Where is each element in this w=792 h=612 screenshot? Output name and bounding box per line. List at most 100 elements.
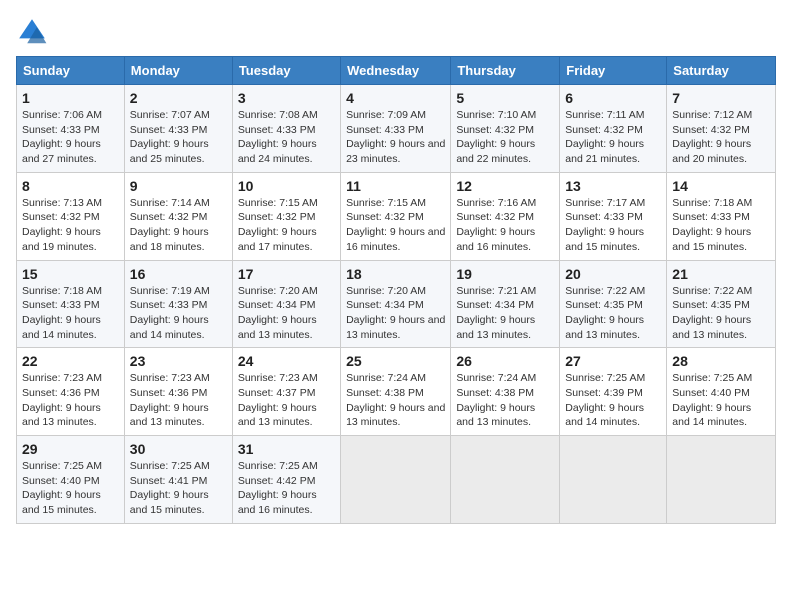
day-info: Sunrise: 7:25 AM Sunset: 4:42 PM Dayligh… [238, 459, 335, 518]
day-number: 18 [346, 266, 445, 282]
calendar-cell: 7 Sunrise: 7:12 AM Sunset: 4:32 PM Daylig… [667, 85, 776, 173]
day-number: 9 [130, 178, 227, 194]
col-header-sunday: Sunday [17, 57, 125, 85]
day-info: Sunrise: 7:22 AM Sunset: 4:35 PM Dayligh… [672, 284, 770, 343]
calendar-cell: 16 Sunrise: 7:19 AM Sunset: 4:33 PM Dayli… [124, 260, 232, 348]
col-header-saturday: Saturday [667, 57, 776, 85]
calendar-week-5: 29 Sunrise: 7:25 AM Sunset: 4:40 PM Dayli… [17, 436, 776, 524]
day-number: 25 [346, 353, 445, 369]
calendar-cell [560, 436, 667, 524]
calendar-cell: 19Sunrise: 7:21 AM Sunset: 4:34 PM Dayli… [451, 260, 560, 348]
calendar-cell: 10Sunrise: 7:15 AM Sunset: 4:32 PM Dayli… [232, 172, 340, 260]
calendar-cell: 20Sunrise: 7:22 AM Sunset: 4:35 PM Dayli… [560, 260, 667, 348]
day-number: 26 [456, 353, 554, 369]
day-info: Sunrise: 7:15 AM Sunset: 4:32 PM Dayligh… [346, 196, 445, 255]
day-info: Sunrise: 7:24 AM Sunset: 4:38 PM Dayligh… [456, 371, 554, 430]
col-header-monday: Monday [124, 57, 232, 85]
day-info: Sunrise: 7:25 AM Sunset: 4:39 PM Dayligh… [565, 371, 661, 430]
day-info: Sunrise: 7:18 AM Sunset: 4:33 PM Dayligh… [672, 196, 770, 255]
day-number: 2 [130, 90, 227, 106]
day-info: Sunrise: 7:07 AM Sunset: 4:33 PM Dayligh… [130, 108, 227, 167]
day-info: Sunrise: 7:11 AM Sunset: 4:32 PM Dayligh… [565, 108, 661, 167]
day-number: 4 [346, 90, 445, 106]
day-number: 1 [22, 90, 119, 106]
day-info: Sunrise: 7:20 AM Sunset: 4:34 PM Dayligh… [238, 284, 335, 343]
day-info: Sunrise: 7:09 AM Sunset: 4:33 PM Dayligh… [346, 108, 445, 167]
day-info: Sunrise: 7:08 AM Sunset: 4:33 PM Dayligh… [238, 108, 335, 167]
day-number: 16 [130, 266, 227, 282]
day-info: Sunrise: 7:24 AM Sunset: 4:38 PM Dayligh… [346, 371, 445, 430]
day-number: 15 [22, 266, 119, 282]
day-number: 8 [22, 178, 119, 194]
day-number: 11 [346, 178, 445, 194]
day-number: 14 [672, 178, 770, 194]
page-header [16, 16, 776, 48]
day-number: 17 [238, 266, 335, 282]
calendar-cell: 22 Sunrise: 7:23 AM Sunset: 4:36 PM Dayli… [17, 348, 125, 436]
calendar-cell: 14 Sunrise: 7:18 AM Sunset: 4:33 PM Dayli… [667, 172, 776, 260]
calendar-week-3: 15 Sunrise: 7:18 AM Sunset: 4:33 PM Dayli… [17, 260, 776, 348]
calendar-week-4: 22 Sunrise: 7:23 AM Sunset: 4:36 PM Dayli… [17, 348, 776, 436]
day-number: 10 [238, 178, 335, 194]
day-info: Sunrise: 7:10 AM Sunset: 4:32 PM Dayligh… [456, 108, 554, 167]
calendar-cell [667, 436, 776, 524]
day-number: 5 [456, 90, 554, 106]
logo-icon [16, 16, 48, 48]
calendar-cell: 18 Sunrise: 7:20 AM Sunset: 4:34 PM Dayli… [341, 260, 451, 348]
calendar-cell: 25 Sunrise: 7:24 AM Sunset: 4:38 PM Dayli… [341, 348, 451, 436]
day-info: Sunrise: 7:13 AM Sunset: 4:32 PM Dayligh… [22, 196, 119, 255]
day-info: Sunrise: 7:25 AM Sunset: 4:40 PM Dayligh… [672, 371, 770, 430]
day-number: 7 [672, 90, 770, 106]
day-info: Sunrise: 7:19 AM Sunset: 4:33 PM Dayligh… [130, 284, 227, 343]
day-number: 21 [672, 266, 770, 282]
day-number: 19 [456, 266, 554, 282]
calendar-cell: 31Sunrise: 7:25 AM Sunset: 4:42 PM Dayli… [232, 436, 340, 524]
day-number: 23 [130, 353, 227, 369]
day-number: 27 [565, 353, 661, 369]
calendar-cell: 28 Sunrise: 7:25 AM Sunset: 4:40 PM Dayli… [667, 348, 776, 436]
calendar-cell: 27 Sunrise: 7:25 AM Sunset: 4:39 PM Dayli… [560, 348, 667, 436]
day-number: 12 [456, 178, 554, 194]
calendar-cell: 3Sunrise: 7:08 AM Sunset: 4:33 PM Daylig… [232, 85, 340, 173]
calendar-week-1: 1 Sunrise: 7:06 AM Sunset: 4:33 PM Daylig… [17, 85, 776, 173]
day-info: Sunrise: 7:12 AM Sunset: 4:32 PM Dayligh… [672, 108, 770, 167]
col-header-thursday: Thursday [451, 57, 560, 85]
calendar-table: SundayMondayTuesdayWednesdayThursdayFrid… [16, 56, 776, 524]
calendar-cell: 11 Sunrise: 7:15 AM Sunset: 4:32 PM Dayli… [341, 172, 451, 260]
calendar-cell: 12 Sunrise: 7:16 AM Sunset: 4:32 PM Dayli… [451, 172, 560, 260]
day-number: 13 [565, 178, 661, 194]
day-info: Sunrise: 7:23 AM Sunset: 4:37 PM Dayligh… [238, 371, 335, 430]
day-number: 6 [565, 90, 661, 106]
col-header-wednesday: Wednesday [341, 57, 451, 85]
calendar-cell: 29 Sunrise: 7:25 AM Sunset: 4:40 PM Dayli… [17, 436, 125, 524]
calendar-cell: 17 Sunrise: 7:20 AM Sunset: 4:34 PM Dayli… [232, 260, 340, 348]
day-info: Sunrise: 7:06 AM Sunset: 4:33 PM Dayligh… [22, 108, 119, 167]
day-number: 28 [672, 353, 770, 369]
day-info: Sunrise: 7:25 AM Sunset: 4:41 PM Dayligh… [130, 459, 227, 518]
logo [16, 16, 52, 48]
day-info: Sunrise: 7:14 AM Sunset: 4:32 PM Dayligh… [130, 196, 227, 255]
day-info: Sunrise: 7:23 AM Sunset: 4:36 PM Dayligh… [22, 371, 119, 430]
calendar-cell: 30 Sunrise: 7:25 AM Sunset: 4:41 PM Dayli… [124, 436, 232, 524]
calendar-cell: 5 Sunrise: 7:10 AM Sunset: 4:32 PM Daylig… [451, 85, 560, 173]
day-info: Sunrise: 7:20 AM Sunset: 4:34 PM Dayligh… [346, 284, 445, 343]
day-number: 22 [22, 353, 119, 369]
calendar-cell: 15 Sunrise: 7:18 AM Sunset: 4:33 PM Dayli… [17, 260, 125, 348]
calendar-cell: 13 Sunrise: 7:17 AM Sunset: 4:33 PM Dayli… [560, 172, 667, 260]
calendar-cell: 1 Sunrise: 7:06 AM Sunset: 4:33 PM Daylig… [17, 85, 125, 173]
calendar-cell: 26 Sunrise: 7:24 AM Sunset: 4:38 PM Dayli… [451, 348, 560, 436]
day-number: 30 [130, 441, 227, 457]
day-info: Sunrise: 7:16 AM Sunset: 4:32 PM Dayligh… [456, 196, 554, 255]
calendar-cell: 21 Sunrise: 7:22 AM Sunset: 4:35 PM Dayli… [667, 260, 776, 348]
col-header-friday: Friday [560, 57, 667, 85]
day-info: Sunrise: 7:25 AM Sunset: 4:40 PM Dayligh… [22, 459, 119, 518]
col-header-tuesday: Tuesday [232, 57, 340, 85]
day-info: Sunrise: 7:17 AM Sunset: 4:33 PM Dayligh… [565, 196, 661, 255]
day-number: 24 [238, 353, 335, 369]
day-info: Sunrise: 7:23 AM Sunset: 4:36 PM Dayligh… [130, 371, 227, 430]
day-number: 29 [22, 441, 119, 457]
day-info: Sunrise: 7:18 AM Sunset: 4:33 PM Dayligh… [22, 284, 119, 343]
calendar-cell [341, 436, 451, 524]
calendar-cell: 9 Sunrise: 7:14 AM Sunset: 4:32 PM Daylig… [124, 172, 232, 260]
calendar-week-2: 8 Sunrise: 7:13 AM Sunset: 4:32 PM Daylig… [17, 172, 776, 260]
